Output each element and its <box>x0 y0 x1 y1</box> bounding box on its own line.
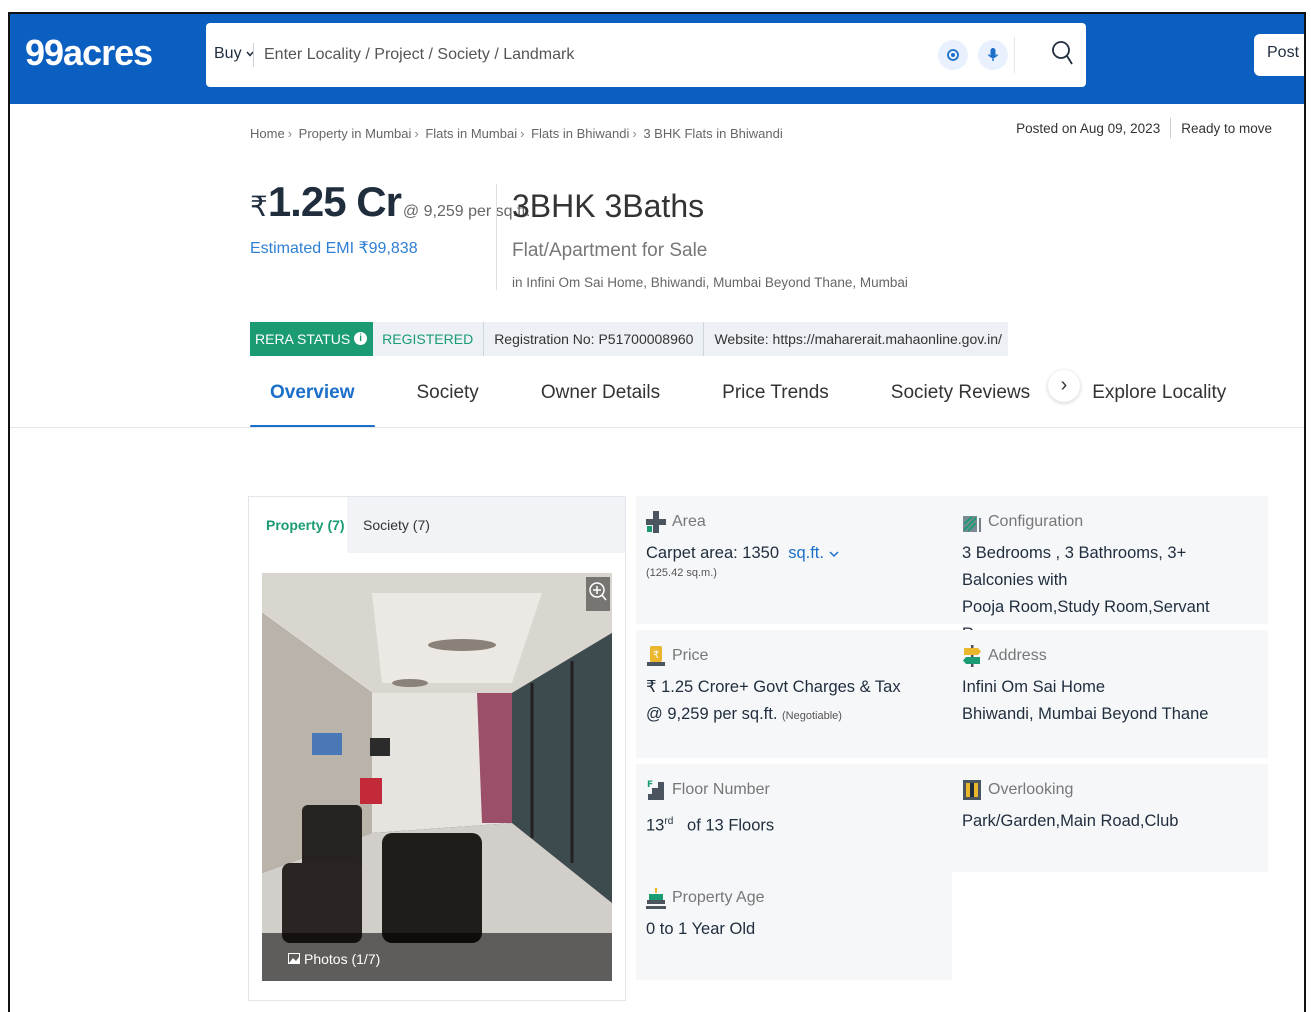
floor-total: of 13 Floors <box>687 816 775 835</box>
property-age-label: Property Age <box>672 889 765 906</box>
top-header: 99acres Buy Post p <box>10 14 1304 104</box>
price-value: 1.25 Cr <box>267 178 402 225</box>
gallery-tabs: Property (7) Society (7) <box>249 497 625 553</box>
area-unit: sq.ft. <box>788 544 824 562</box>
breadcrumb-flats-mumbai[interactable]: Flats in Mumbai <box>425 126 517 141</box>
tab-overview[interactable]: Overview <box>250 376 375 428</box>
price-tag-icon: ₹ <box>647 646 665 666</box>
address-line2: Bhiwandi, Mumbai Beyond Thane <box>962 705 1209 723</box>
tab-explore-locality[interactable]: Explore Locality <box>1072 376 1246 428</box>
detail-price: ₹ Price ₹ 1.25 Crore+ Govt Charges & Tax… <box>636 630 952 758</box>
tab-price-trends[interactable]: Price Trends <box>702 376 849 428</box>
window-icon <box>963 780 981 800</box>
floor-number: 13 <box>646 816 665 835</box>
price-line1: ₹ 1.25 Crore+ Govt Charges & Tax <box>646 678 901 696</box>
area-icon <box>646 511 666 533</box>
section-tabs: Overview Society Owner Details Price Tre… <box>250 376 1268 428</box>
overlooking-value: Park/Garden,Main Road,Club <box>962 812 1179 830</box>
address-line1: Infini Om Sai Home <box>962 678 1106 696</box>
price-negotiable: (Negotiable) <box>782 710 842 722</box>
buy-label: Buy <box>214 45 242 62</box>
price-block: ₹1.25 Cr @ 9,259 per sq.ft. <box>250 178 530 226</box>
detail-address: Address Infini Om Sai Home Bhiwandi, Mumb… <box>952 630 1268 758</box>
possession-status: Ready to move <box>1181 120 1272 136</box>
location-icon[interactable] <box>938 40 968 70</box>
mic-icon[interactable] <box>978 40 1008 70</box>
listing-location: in Infini Om Sai Home, Bhiwandi, Mumbai … <box>512 275 908 290</box>
floor-icon: F <box>647 780 664 800</box>
logo[interactable]: 99acres <box>25 32 153 74</box>
image-icon <box>288 953 300 964</box>
listing-type: Flat/Apartment for Sale <box>512 240 708 261</box>
vertical-divider <box>496 184 497 290</box>
svg-text:₹: ₹ <box>653 650 659 661</box>
rera-strip: RERA STATUS i REGISTERED Registration No… <box>250 322 1008 356</box>
detail-configuration: Configuration 3 Bedrooms , 3 Bathrooms, … <box>952 496 1268 643</box>
address-label: Address <box>988 647 1047 664</box>
rera-status-label: RERA STATUS <box>255 331 351 347</box>
detail-area: Area Carpet area: 1350 sq.ft. (125.42 sq… <box>636 496 952 624</box>
chevron-down-icon <box>829 551 839 558</box>
post-property-button[interactable]: Post p <box>1254 34 1304 76</box>
area-value: Carpet area: 1350 <box>646 544 780 562</box>
area-label: Area <box>672 513 706 530</box>
buy-dropdown[interactable]: Buy <box>214 45 255 63</box>
floor-suffix: rd <box>664 816 674 827</box>
property-age-icon <box>646 888 666 909</box>
search-divider <box>253 43 254 67</box>
rera-website[interactable]: Website: https://maharerait.mahaonline.g… <box>704 322 1008 356</box>
rera-status-badge[interactable]: RERA STATUS i <box>250 322 374 356</box>
tabs-divider <box>10 427 1304 428</box>
page-frame: 99acres Buy Post p Home› Property in Mum… <box>8 12 1306 1012</box>
info-icon[interactable]: i <box>354 332 368 345</box>
estimated-emi-link[interactable]: Estimated EMI ₹99,838 <box>250 238 418 258</box>
rera-registered: REGISTERED <box>373 322 485 356</box>
tab-owner-details[interactable]: Owner Details <box>521 376 680 428</box>
rera-registration-number: Registration No: P51700008960 <box>484 322 705 356</box>
search-divider-2 <box>1014 37 1015 73</box>
floor-label: Floor Number <box>672 781 770 798</box>
overlooking-label: Overlooking <box>988 781 1074 798</box>
price-label: Price <box>672 647 709 664</box>
breadcrumb: Home › Property in Mumbai › Flats in Mumba… <box>250 126 783 141</box>
price-line2: @ 9,259 per sq.ft. <box>646 705 778 723</box>
photo-gallery: Property (7) Society (7) Photos (1/7) <box>248 496 626 1001</box>
svg-text:F: F <box>647 780 653 790</box>
breadcrumb-current: 3 BHK Flats in Bhiwandi <box>643 126 783 141</box>
tab-society[interactable]: Society <box>397 376 499 428</box>
area-sqm: (125.42 sq.m.) <box>646 567 717 579</box>
search-bar: Buy <box>206 23 1086 87</box>
property-photo[interactable]: Photos (1/7) <box>262 573 612 981</box>
configuration-line1: 3 Bedrooms , 3 Bathrooms, 3+ Balconies w… <box>962 544 1187 589</box>
configuration-icon <box>963 516 981 532</box>
signpost-icon <box>963 645 981 667</box>
living-room-image <box>262 573 612 981</box>
property-age-value: 0 to 1 Year Old <box>646 920 756 938</box>
rupee-symbol: ₹ <box>250 191 268 222</box>
photos-counter: Photos (1/7) <box>304 951 381 967</box>
configuration-label: Configuration <box>988 513 1084 530</box>
posted-date: Posted on Aug 09, 2023 <box>1016 120 1161 136</box>
breadcrumb-flats-bhiwandi[interactable]: Flats in Bhiwandi <box>531 126 629 141</box>
search-icon[interactable] <box>1050 39 1074 72</box>
gallery-tab-property[interactable]: Property (7) <box>249 497 347 553</box>
detail-property-age: Property Age 0 to 1 Year Old <box>636 872 952 980</box>
detail-floor: F Floor Number 13rd of 13 Floors <box>636 764 952 872</box>
breadcrumb-property-mumbai[interactable]: Property in Mumbai <box>299 126 412 141</box>
gallery-tab-society[interactable]: Society (7) <box>363 497 430 553</box>
chevron-right-icon[interactable]: › <box>1048 370 1080 402</box>
zoom-icon[interactable] <box>586 577 610 611</box>
listing-title: 3BHK 3Baths <box>512 188 705 224</box>
posted-info: Posted on Aug 09, 2023 Ready to move <box>1016 118 1272 138</box>
detail-overlooking: Overlooking Park/Garden,Main Road,Club <box>952 764 1268 872</box>
area-unit-dropdown[interactable]: sq.ft. <box>788 544 839 562</box>
tab-society-reviews[interactable]: Society Reviews <box>871 376 1050 428</box>
photos-counter-bar[interactable]: Photos (1/7) <box>262 933 612 981</box>
breadcrumb-home[interactable]: Home <box>250 126 285 141</box>
search-input[interactable] <box>264 37 904 73</box>
